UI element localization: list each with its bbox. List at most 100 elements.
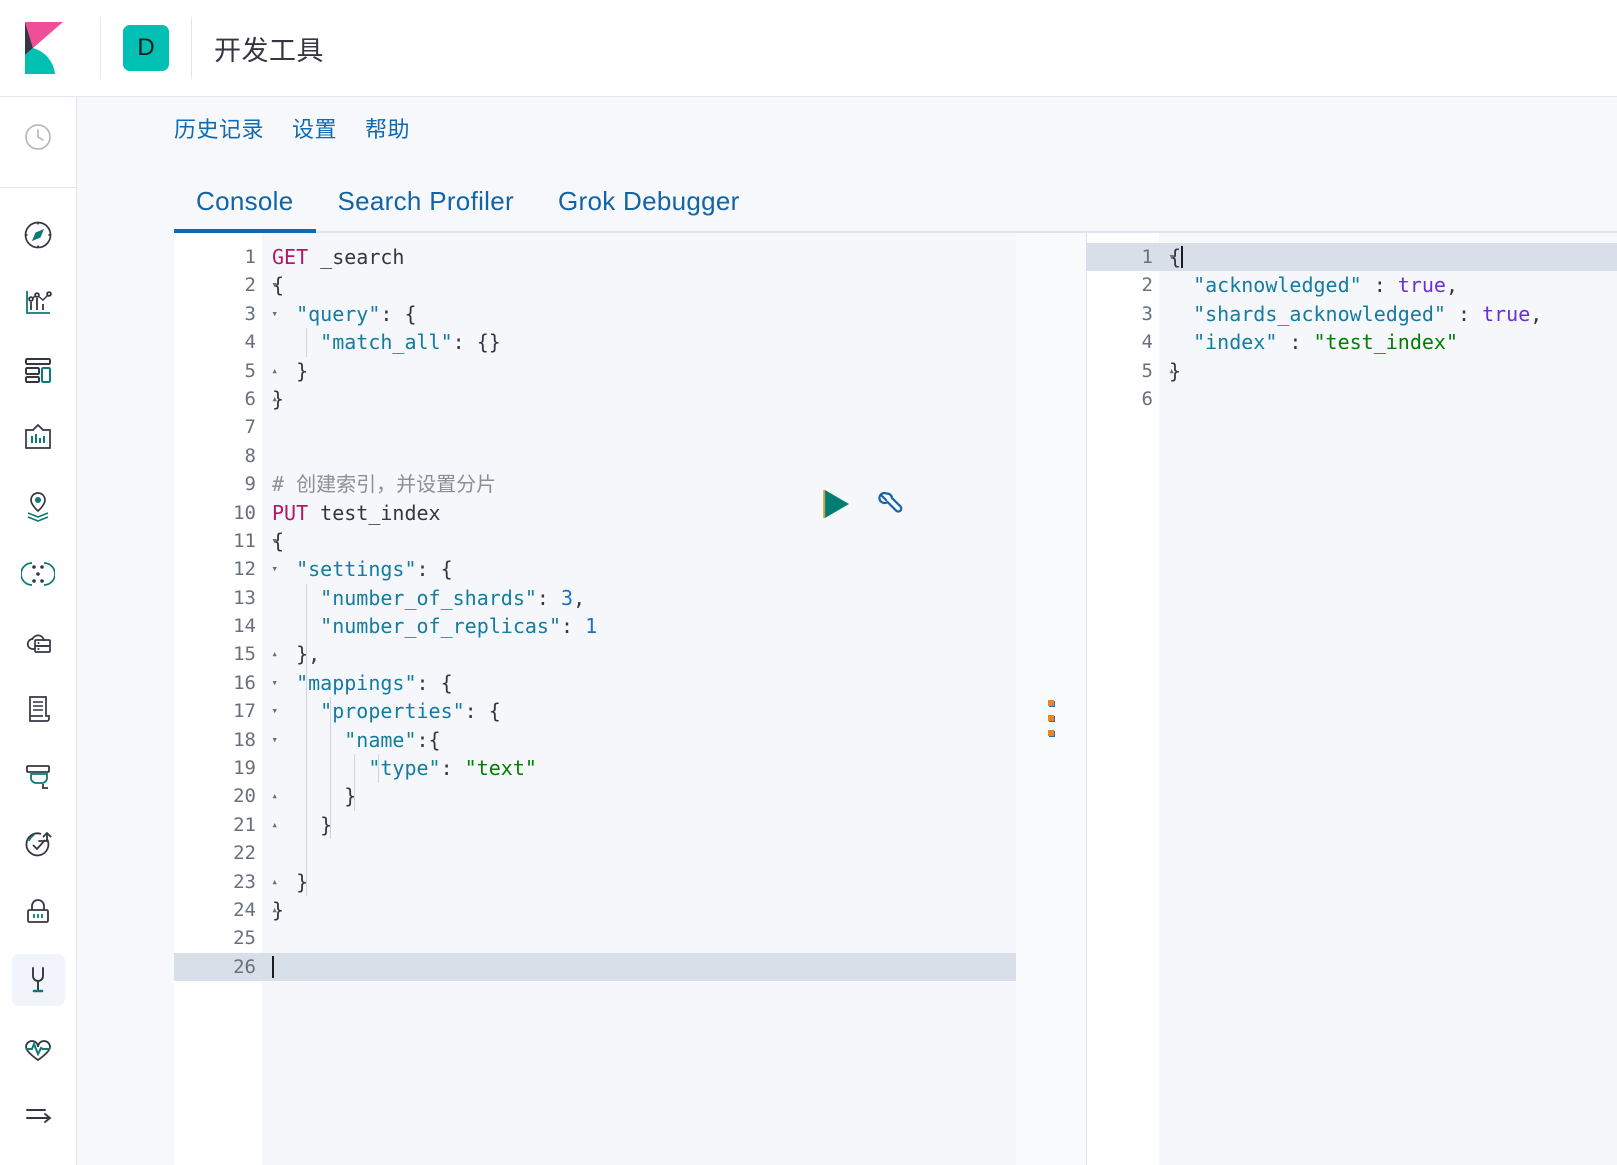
gutter-line[interactable]: 2 — [1087, 271, 1159, 299]
gutter-line[interactable]: 5 ▴ — [174, 357, 278, 385]
sidebar-item-discover[interactable] — [12, 210, 65, 262]
gutter-line[interactable]: 4 — [174, 328, 262, 356]
gutter-line[interactable]: 4 — [1087, 328, 1159, 356]
sidebar-item-uptime[interactable] — [12, 819, 65, 871]
request-options-wrench-button[interactable] — [874, 488, 906, 525]
gutter-line[interactable]: 18 ▾ — [174, 726, 278, 754]
gutter-line[interactable]: 17 ▾ — [174, 697, 278, 725]
gutter-line[interactable]: 5 ▴ — [1087, 357, 1175, 385]
send-request-play-button[interactable] — [822, 488, 852, 525]
code-line[interactable] — [262, 413, 1016, 441]
code-line[interactable]: } — [262, 385, 1016, 413]
code-line[interactable]: "match_all": {} — [262, 328, 1016, 356]
code-line[interactable]: } — [1159, 357, 1617, 385]
sidebar-item-logs[interactable] — [12, 683, 65, 735]
code-line[interactable]: } — [262, 896, 1016, 924]
sidebar-item-recently-viewed[interactable] — [12, 111, 65, 163]
fold-collapse-icon[interactable]: ▾ — [264, 697, 278, 725]
code-line[interactable]: "index" : "test_index" — [1159, 328, 1617, 356]
code-line[interactable]: "type": "text" — [262, 754, 1016, 782]
sidebar-item-monitoring[interactable] — [12, 1022, 65, 1074]
fold-expand-icon[interactable]: ▴ — [264, 385, 278, 413]
sidebar-item-visualize[interactable] — [12, 277, 65, 329]
fold-expand-icon[interactable]: ▴ — [264, 811, 278, 839]
fold-expand-icon[interactable]: ▴ — [264, 896, 278, 924]
fold-collapse-icon[interactable]: ▾ — [264, 271, 278, 299]
sidebar-item-dev-tools[interactable] — [11, 954, 65, 1006]
code-line[interactable]: "settings": { — [262, 555, 1016, 583]
code-line[interactable]: "number_of_replicas": 1 — [262, 612, 1016, 640]
gutter-line[interactable]: 6 ▴ — [174, 385, 278, 413]
code-line[interactable]: { — [262, 527, 1016, 555]
gutter-line[interactable]: 15 ▴ — [174, 640, 278, 668]
code-line[interactable] — [262, 924, 1016, 952]
tab-console[interactable]: Console — [174, 186, 316, 233]
response-code-area[interactable]: { "acknowledged" : true, "shards_acknowl… — [1159, 233, 1617, 1165]
code-line[interactable]: { — [1159, 243, 1617, 272]
gutter-line[interactable]: 9 — [174, 470, 262, 498]
fold-collapse-icon[interactable]: ▾ — [264, 527, 278, 555]
gutter-line[interactable]: 3 — [1087, 300, 1159, 328]
gutter-line[interactable]: 7 — [174, 413, 262, 441]
sidebar-item-maps[interactable] — [12, 480, 65, 532]
sidebar-item-security[interactable] — [12, 886, 65, 938]
gutter-line[interactable]: 11 ▾ — [174, 527, 278, 555]
code-line[interactable]: } — [262, 782, 1016, 810]
gutter-line[interactable]: 26 — [174, 952, 262, 982]
menu-item-settings[interactable]: 设置 — [292, 112, 337, 144]
sidebar-item-dashboard[interactable] — [12, 345, 65, 397]
gutter-line[interactable]: 23 ▴ — [174, 868, 278, 896]
gutter-line[interactable]: 1 — [174, 243, 262, 271]
gutter-line[interactable]: 22 — [174, 839, 262, 867]
gutter-line[interactable]: 19 — [174, 754, 262, 782]
gutter-line[interactable]: 25 — [174, 924, 262, 952]
gutter-line[interactable]: 12 ▾ — [174, 555, 278, 583]
code-line[interactable]: } — [262, 357, 1016, 385]
gutter-line[interactable]: 14 — [174, 612, 262, 640]
pane-splitter[interactable] — [1016, 233, 1086, 1165]
fold-collapse-icon[interactable]: ▾ — [1161, 243, 1175, 271]
code-line[interactable]: } — [262, 811, 1016, 839]
gutter-line[interactable]: 2 ▾ — [174, 271, 278, 299]
fold-expand-icon[interactable]: ▴ — [264, 782, 278, 810]
code-line[interactable] — [262, 442, 1016, 470]
code-line[interactable]: { — [262, 271, 1016, 299]
fold-expand-icon[interactable]: ▴ — [264, 640, 278, 668]
code-line[interactable]: GET _search — [262, 243, 1016, 271]
fold-collapse-icon[interactable]: ▾ — [264, 726, 278, 754]
gutter-line[interactable]: 6 — [1087, 385, 1159, 413]
sidebar-collapse-toggle[interactable] — [12, 1089, 65, 1141]
code-line[interactable] — [1159, 385, 1617, 413]
code-line[interactable]: "query": { — [262, 300, 1016, 328]
tab-search-profiler[interactable]: Search Profiler — [316, 186, 536, 233]
gutter-line[interactable]: 1 ▾ — [1087, 243, 1175, 272]
sidebar-item-infrastructure[interactable] — [12, 616, 65, 668]
gutter-line[interactable]: 21 ▴ — [174, 811, 278, 839]
code-line[interactable]: } — [262, 868, 1016, 896]
tab-grok-debugger[interactable]: Grok Debugger — [536, 186, 762, 233]
code-line[interactable]: }, — [262, 640, 1016, 668]
sidebar-item-apm[interactable] — [12, 751, 65, 803]
space-avatar-badge[interactable]: D — [123, 25, 169, 71]
fold-expand-icon[interactable]: ▴ — [1161, 357, 1175, 385]
gutter-line[interactable]: 13 — [174, 584, 262, 612]
code-line[interactable] — [262, 839, 1016, 867]
request-code-area[interactable]: GET _search{ "query": { "match_all": {} … — [262, 233, 1016, 1165]
sidebar-item-canvas[interactable] — [12, 413, 65, 465]
code-line[interactable]: "shards_acknowledged" : true, — [1159, 300, 1617, 328]
code-line[interactable]: "number_of_shards": 3, — [262, 584, 1016, 612]
code-line[interactable]: "acknowledged" : true, — [1159, 271, 1617, 299]
gutter-line[interactable]: 3 ▾ — [174, 300, 278, 328]
fold-collapse-icon[interactable]: ▾ — [264, 300, 278, 328]
kibana-logo[interactable] — [16, 17, 78, 79]
menu-item-help[interactable]: 帮助 — [365, 112, 410, 144]
gutter-line[interactable]: 8 — [174, 442, 262, 470]
code-line[interactable]: "name":{ — [262, 726, 1016, 754]
menu-item-history[interactable]: 历史记录 — [174, 112, 264, 144]
code-line[interactable]: "mappings": { — [262, 669, 1016, 697]
fold-collapse-icon[interactable]: ▾ — [264, 555, 278, 583]
response-editor-pane[interactable]: 1 ▾ 2 3 4 5 ▴ 6 { "acknowledged" : true, "shard… — [1086, 233, 1617, 1165]
gutter-line[interactable]: 24 ▴ — [174, 896, 278, 924]
gutter-line[interactable]: 10 — [174, 499, 262, 527]
gutter-line[interactable]: 20 ▴ — [174, 782, 278, 810]
